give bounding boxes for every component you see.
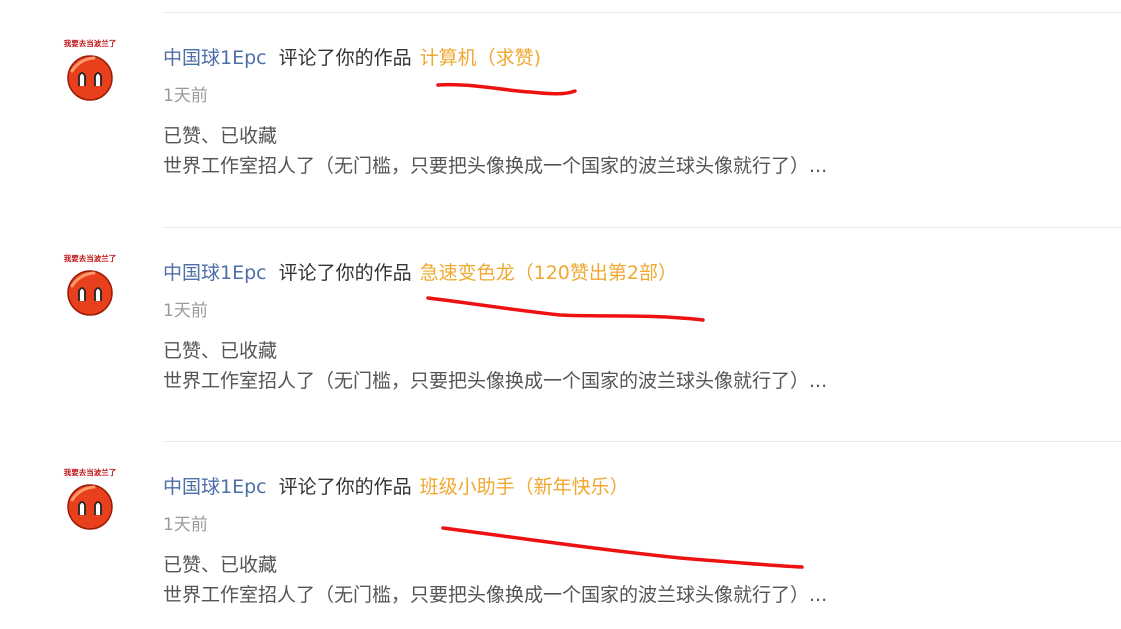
action-text: 评论了你的作品 (278, 476, 412, 498)
comment-text[interactable]: 世界工作室招人了（无门槛，只要把头像换成一个国家的波兰球头像就行了）... (163, 368, 827, 394)
work-title-link[interactable]: 班级小助手（新年快乐） (420, 476, 629, 498)
action-text: 评论了你的作品 (278, 262, 412, 284)
notification-item: 我要去当波兰了 中国球1Epc 评论了你的作品 计算机（求赞) 1天前 已赞、已收藏… (0, 12, 1121, 226)
countryball-avatar-icon: 我要去当波兰了 (64, 467, 117, 530)
reply-text: 已赞、已收藏 (163, 340, 278, 362)
reply-text: 已赞、已收藏 (163, 554, 278, 576)
reply-text: 已赞、已收藏 (163, 125, 278, 147)
avatar-banner-text: 我要去当波兰了 (64, 253, 117, 263)
timestamp: 1天前 (163, 515, 208, 535)
comment-text[interactable]: 世界工作室招人了（无门槛，只要把头像换成一个国家的波兰球头像就行了）... (163, 582, 827, 608)
avatar-banner-text: 我要去当波兰了 (64, 38, 117, 48)
username-link[interactable]: 中国球1Epc (163, 476, 267, 498)
notification-item: 我要去当波兰了 中国球1Epc 评论了你的作品 班级小助手（新年快乐） 1天前 已赞… (0, 441, 1121, 629)
action-text: 评论了你的作品 (278, 47, 412, 69)
notification-feed: 我要去当波兰了 中国球1Epc 评论了你的作品 计算机（求赞) 1天前 已赞、已收藏… (0, 0, 1121, 629)
notification-header: 中国球1Epc 评论了你的作品 计算机（求赞) (163, 45, 541, 71)
avatar[interactable]: 我要去当波兰了 (50, 456, 130, 536)
work-title-link[interactable]: 计算机（求赞) (420, 47, 541, 69)
username-link[interactable]: 中国球1Epc (163, 262, 267, 284)
notification-item: 我要去当波兰了 中国球1Epc 评论了你的作品 急速变色龙（120赞出第2部） 1天… (0, 227, 1121, 441)
timestamp: 1天前 (163, 301, 208, 321)
username-link[interactable]: 中国球1Epc (163, 47, 267, 69)
avatar[interactable]: 我要去当波兰了 (50, 242, 130, 322)
comment-text[interactable]: 世界工作室招人了（无门槛，只要把头像换成一个国家的波兰球头像就行了）... (163, 153, 827, 179)
work-title-link[interactable]: 急速变色龙（120赞出第2部） (420, 262, 677, 284)
notification-header: 中国球1Epc 评论了你的作品 急速变色龙（120赞出第2部） (163, 260, 677, 286)
notification-header: 中国球1Epc 评论了你的作品 班级小助手（新年快乐） (163, 474, 629, 500)
avatar[interactable]: 我要去当波兰了 (50, 27, 130, 107)
countryball-avatar-icon: 我要去当波兰了 (64, 38, 117, 101)
timestamp: 1天前 (163, 86, 208, 106)
avatar-banner-text: 我要去当波兰了 (64, 467, 117, 477)
countryball-avatar-icon: 我要去当波兰了 (64, 253, 117, 316)
